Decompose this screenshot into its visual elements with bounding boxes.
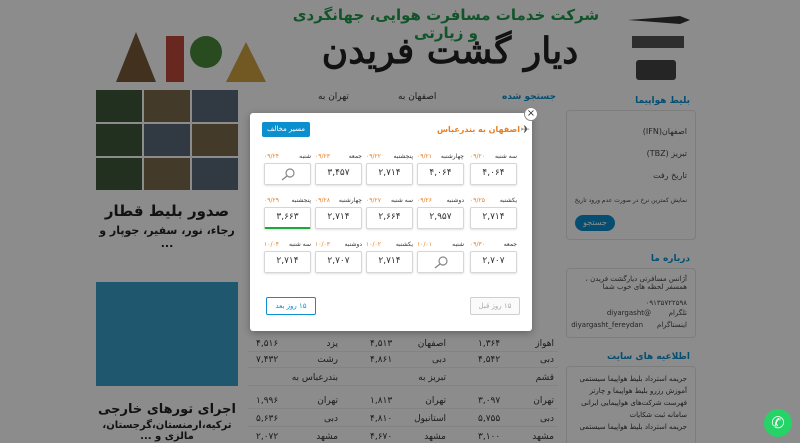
route-title: اصفهان به بندرعباس xyxy=(436,125,520,134)
fare-price: ۲,۶۶۴ xyxy=(378,212,401,222)
date-label: ۰۹/۲۶ xyxy=(417,197,432,204)
weekday-label: چهارشنبه xyxy=(440,153,464,160)
fare-box[interactable]: ۳,۶۶۳ xyxy=(264,207,311,229)
calendar-day-cell[interactable]: سه شنبه ۰۹/۲۰ ۴,۰۶۴ xyxy=(470,153,517,187)
weekday-label: پنجشنبه xyxy=(291,197,311,204)
date-label: ۰۹/۲۲ xyxy=(366,153,381,160)
close-icon[interactable]: × xyxy=(524,107,538,121)
calendar-day-cell[interactable]: یکشنبه ۱۰/۰۲ ۲,۷۱۴ xyxy=(366,241,413,275)
fare-box[interactable]: ۴,۰۶۴ xyxy=(470,163,517,185)
date-label: ۱۰/۰۱ xyxy=(417,241,432,248)
fare-box[interactable]: ۲,۷۱۴ xyxy=(315,207,362,229)
no-flight-search-icon xyxy=(434,256,448,269)
fare-box[interactable]: ۳,۴۵۷ xyxy=(315,163,362,185)
weekday-label: سه شنبه xyxy=(390,197,413,204)
fare-price: ۲,۹۵۷ xyxy=(429,212,452,222)
weekday-label: چهارشنبه xyxy=(338,197,362,204)
calendar-day-cell[interactable]: جمعه ۰۹/۲۳ ۳,۴۵۷ xyxy=(315,153,362,187)
fare-box[interactable]: ۴,۰۶۴ xyxy=(417,163,464,185)
date-label: ۰۹/۲۸ xyxy=(315,197,330,204)
date-label: ۰۹/۲۳ xyxy=(315,153,330,160)
fare-price: ۲,۷۰۷ xyxy=(327,256,350,266)
next-15-days-button[interactable]: ۱۵ روز بعد xyxy=(266,297,316,315)
weekday-label: یکشنبه xyxy=(395,241,413,248)
weekday-label: جمعه xyxy=(348,153,362,160)
fare-box[interactable]: ۲,۶۶۴ xyxy=(366,207,413,229)
calendar-day-cell[interactable]: سه شنبه ۱۰/۰۴ ۲,۷۱۴ xyxy=(264,241,311,275)
airplane-icon: ✈ xyxy=(520,123,530,136)
fare-price: ۲,۷۰۷ xyxy=(482,256,505,266)
date-label: ۱۰/۰۲ xyxy=(366,241,381,248)
date-label: ۰۹/۲۵ xyxy=(470,197,485,204)
weekday-label: شنبه xyxy=(452,241,464,248)
fare-price: ۲,۷۱۴ xyxy=(378,168,401,178)
no-flight-search-icon xyxy=(281,168,295,181)
weekday-label: شنبه xyxy=(299,153,311,160)
calendar-day-cell[interactable]: شنبه ۰۹/۲۴ xyxy=(264,153,311,187)
fare-price: ۳,۴۵۷ xyxy=(327,168,350,178)
weekday-label: جمعه xyxy=(503,241,517,248)
fare-price: ۴,۰۶۴ xyxy=(429,168,452,178)
whatsapp-icon[interactable]: ✆ xyxy=(764,409,792,437)
fare-box[interactable]: ۲,۷۰۷ xyxy=(315,251,362,273)
weekday-label: سه شنبه xyxy=(288,241,311,248)
fare-box[interactable]: ۲,۷۱۴ xyxy=(366,251,413,273)
fare-box[interactable]: ۲,۷۱۴ xyxy=(264,251,311,273)
calendar-day-cell[interactable]: شنبه ۱۰/۰۱ xyxy=(417,241,464,275)
date-label: ۰۹/۲۰ xyxy=(470,153,485,160)
weekday-label: یکشنبه xyxy=(499,197,517,204)
calendar-day-cell[interactable]: دوشنبه ۰۹/۲۶ ۲,۹۵۷ xyxy=(417,197,464,231)
date-label: ۱۰/۰۴ xyxy=(264,241,279,248)
fare-box[interactable]: ۲,۷۱۴ xyxy=(470,207,517,229)
fare-box[interactable]: ۲,۹۵۷ xyxy=(417,207,464,229)
calendar-day-cell[interactable]: پنجشنبه ۰۹/۲۹ ۳,۶۶۳ xyxy=(264,197,311,231)
calendar-day-cell[interactable]: چهارشنبه ۰۹/۲۸ ۲,۷۱۴ xyxy=(315,197,362,231)
fare-price: ۴,۰۶۴ xyxy=(482,168,505,178)
calendar-day-cell[interactable]: دوشنبه ۱۰/۰۳ ۲,۷۰۷ xyxy=(315,241,362,275)
date-label: ۰۹/۲۹ xyxy=(264,197,279,204)
date-label: ۰۹/۲۱ xyxy=(417,153,432,160)
weekday-label: پنجشنبه xyxy=(393,153,413,160)
date-label: ۱۰/۰۳ xyxy=(315,241,330,248)
fare-price: ۳,۶۶۳ xyxy=(276,212,299,222)
calendar-day-cell[interactable]: جمعه ۰۹/۳۰ ۲,۷۰۷ xyxy=(470,241,517,275)
calendar-day-cell[interactable]: سه شنبه ۰۹/۲۷ ۲,۶۶۴ xyxy=(366,197,413,231)
fare-price: ۲,۷۱۴ xyxy=(327,212,350,222)
reverse-route-button[interactable]: مسیر مخالف xyxy=(262,122,310,137)
date-label: ۰۹/۳۰ xyxy=(470,241,485,248)
fare-box[interactable] xyxy=(264,163,311,185)
weekday-label: سه شنبه xyxy=(494,153,517,160)
fare-box[interactable] xyxy=(417,251,464,273)
calendar-day-cell[interactable]: پنجشنبه ۰۹/۲۲ ۲,۷۱۴ xyxy=(366,153,413,187)
fare-box[interactable]: ۲,۷۱۴ xyxy=(366,163,413,185)
price-calendar-modal: × ✈ اصفهان به بندرعباس مسیر مخالف سه شنب… xyxy=(250,107,538,331)
calendar-day-cell[interactable]: چهارشنبه ۰۹/۲۱ ۴,۰۶۴ xyxy=(417,153,464,187)
date-label: ۰۹/۲۴ xyxy=(264,153,279,160)
weekday-label: دوشنبه xyxy=(344,241,362,248)
fare-box[interactable]: ۲,۷۰۷ xyxy=(470,251,517,273)
previous-15-days-button[interactable]: ۱۵ روز قبل xyxy=(470,297,520,315)
fare-price: ۲,۷۱۴ xyxy=(276,256,299,266)
fare-price: ۲,۷۱۴ xyxy=(482,212,505,222)
date-label: ۰۹/۲۷ xyxy=(366,197,381,204)
calendar-day-cell[interactable]: یکشنبه ۰۹/۲۵ ۲,۷۱۴ xyxy=(470,197,517,231)
fare-price: ۲,۷۱۴ xyxy=(378,256,401,266)
weekday-label: دوشنبه xyxy=(446,197,464,204)
